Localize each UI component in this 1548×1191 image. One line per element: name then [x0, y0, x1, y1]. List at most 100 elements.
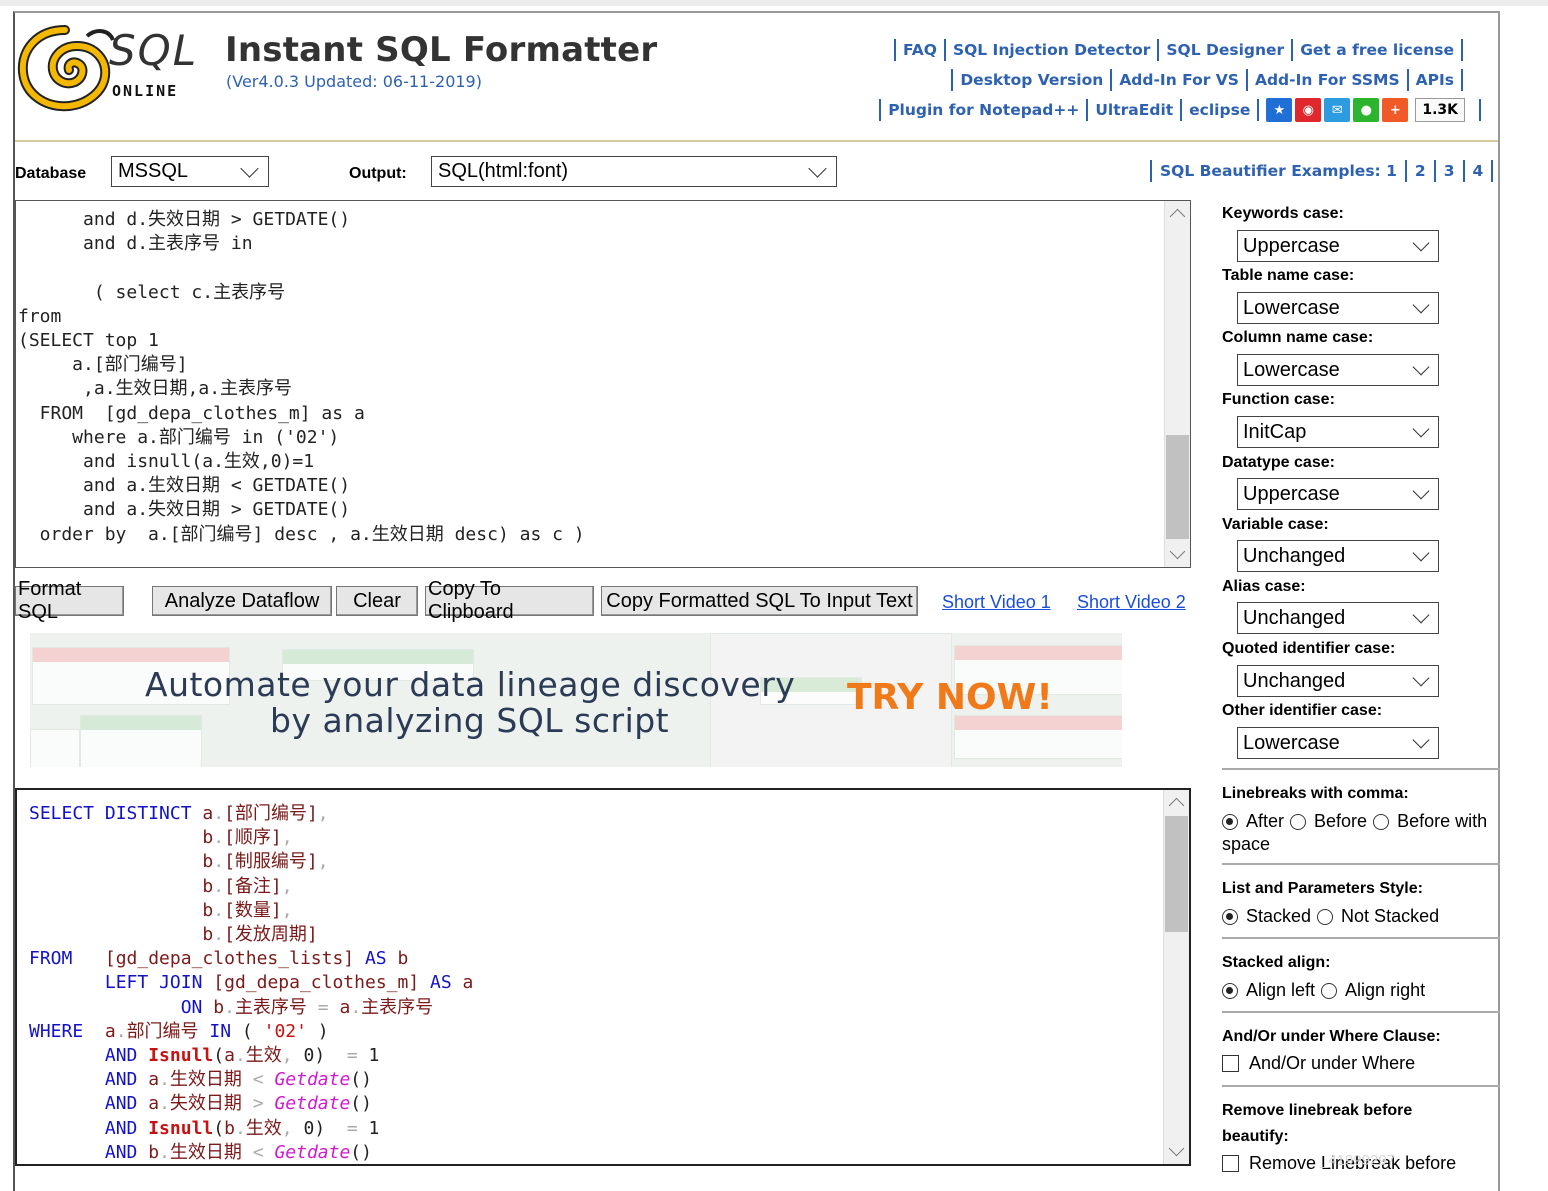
- copy-clipboard-button[interactable]: Copy To Clipboard: [425, 578, 594, 623]
- output-code-line: b.[发放周期]: [202, 924, 318, 946]
- table-case-select[interactable]: Lowercase: [1237, 292, 1439, 324]
- nav-injection-detector-link[interactable]: SQL Injection Detector: [953, 41, 1150, 59]
- analyze-dataflow-button[interactable]: Analyze Dataflow: [152, 586, 332, 616]
- page-title: Instant SQL Formatter: [225, 30, 658, 70]
- short-video-1-link[interactable]: Short Video 1: [942, 592, 1051, 613]
- input-scroll-thumb[interactable]: [1166, 435, 1189, 539]
- remove-linebreak-checkbox[interactable]: [1222, 1155, 1239, 1172]
- nav-sql-designer-link[interactable]: SQL Designer: [1166, 41, 1284, 59]
- nav-addin-ssms-link[interactable]: Add-In For SSMS: [1255, 71, 1400, 89]
- nav-apis-link[interactable]: APIs: [1416, 71, 1454, 89]
- input-code-line: and d.主表序号 in: [18, 233, 253, 255]
- sql-output-editor[interactable]: SELECT DISTINCT a.[部门编号], b.[顺序], b.[制服编…: [15, 788, 1191, 1166]
- input-code-line: ,a.生效日期,a.主表序号: [18, 378, 293, 400]
- nav-free-license-link[interactable]: Get a free license: [1300, 41, 1454, 59]
- radio-stacked[interactable]: [1222, 908, 1238, 925]
- column-case-select[interactable]: Lowercase: [1237, 354, 1439, 386]
- weibo-icon[interactable]: ◉: [1295, 98, 1322, 122]
- alias-case-select[interactable]: Unchanged: [1237, 602, 1439, 634]
- output-scroll-thumb[interactable]: [1165, 816, 1188, 932]
- input-code-line: from: [18, 305, 62, 327]
- nav-notepad-plugin-link[interactable]: Plugin for Notepad++: [888, 101, 1079, 119]
- output-code-line: AND Isnull(a.生效, 0) = 1: [104, 1045, 380, 1067]
- try-now-button[interactable]: TRY NOW!: [847, 677, 1053, 718]
- variable-case-label: Variable case:: [1222, 516, 1329, 533]
- function-case-select[interactable]: InitCap: [1237, 416, 1439, 448]
- input-code-line: and isnull(a.生效,0)=1: [18, 451, 315, 473]
- output-scrollbar[interactable]: [1163, 790, 1189, 1164]
- table-case-label: Table name case:: [1222, 267, 1355, 284]
- keywords-case-label: Keywords case:: [1222, 205, 1344, 222]
- keywords-case-value: Uppercase: [1243, 234, 1340, 257]
- format-sql-button[interactable]: Format SQL: [15, 578, 124, 623]
- output-code-line: b.[制服编号],: [202, 851, 329, 873]
- database-select[interactable]: MSSQL: [111, 156, 269, 187]
- chevron-down-icon: [240, 159, 259, 178]
- variable-case-value: Unchanged: [1243, 544, 1346, 567]
- linebreaks-options: After Before Before with: [1222, 811, 1487, 832]
- andor-label: And/Or under Where Clause:: [1222, 1028, 1441, 1045]
- example-1-link[interactable]: SQL Beautifier Examples: 1: [1160, 162, 1397, 180]
- datatype-case-select[interactable]: Uppercase: [1237, 478, 1439, 510]
- quoted-identifier-case-label: Quoted identifier case:: [1222, 640, 1396, 657]
- input-scrollbar[interactable]: [1164, 201, 1190, 567]
- copy-formatted-button[interactable]: Copy Formatted SQL To Input Text: [601, 586, 918, 616]
- radio-align-right[interactable]: [1321, 982, 1338, 999]
- list-style-label: List and Parameters Style:: [1222, 880, 1423, 897]
- column-case-label: Column name case:: [1222, 329, 1374, 346]
- scroll-down-icon[interactable]: [1169, 543, 1186, 560]
- radio-after-label: After: [1246, 811, 1285, 831]
- nav-eclipse-link[interactable]: eclipse: [1189, 101, 1250, 119]
- list-style-options: Stacked Not Stacked: [1222, 906, 1439, 927]
- column-case-value: Lowercase: [1243, 358, 1340, 381]
- wechat-icon[interactable]: ●: [1353, 98, 1380, 122]
- table-case-value: Lowercase: [1243, 296, 1340, 319]
- radio-after[interactable]: [1222, 813, 1238, 830]
- radio-not-stacked[interactable]: [1317, 908, 1334, 925]
- other-identifier-case-select[interactable]: Lowercase: [1237, 727, 1439, 759]
- input-code-line: and a.失效日期 > GETDATE(): [18, 499, 351, 521]
- nav-faq-link[interactable]: FAQ: [903, 41, 937, 59]
- nav-addin-vs-link[interactable]: Add-In For VS: [1119, 71, 1239, 89]
- scroll-up-icon[interactable]: [1169, 208, 1186, 225]
- quoted-identifier-case-select[interactable]: Unchanged: [1237, 665, 1439, 697]
- output-select[interactable]: SQL(html:font): [431, 156, 837, 187]
- tencent-icon[interactable]: ✉: [1324, 98, 1351, 122]
- andor-checkbox[interactable]: [1222, 1055, 1239, 1072]
- example-3-link[interactable]: 3: [1444, 162, 1455, 180]
- radio-not-stacked-label: Not Stacked: [1341, 906, 1440, 926]
- share-plus-icon[interactable]: +: [1382, 98, 1409, 122]
- alias-case-value: Unchanged: [1243, 606, 1346, 629]
- input-code-line: order by a.[部门编号] desc , a.生效日期 desc) as…: [18, 523, 585, 545]
- radio-stacked-label: Stacked: [1246, 906, 1312, 926]
- radio-before-space[interactable]: [1373, 813, 1390, 830]
- favorite-star-icon[interactable]: ★: [1266, 98, 1293, 122]
- keywords-case-select[interactable]: Uppercase: [1237, 230, 1439, 262]
- share-buttons: ★ ◉ ✉ ● + 1.3K: [1266, 98, 1465, 122]
- input-code-line: where a.部门编号 in ('02'): [18, 426, 340, 448]
- remove-linebreak-label-1: Remove linebreak before: [1222, 1102, 1413, 1119]
- site-logo[interactable]: SQL ONLINE: [17, 22, 207, 114]
- variable-case-select[interactable]: Unchanged: [1237, 540, 1439, 572]
- nav-desktop-version-link[interactable]: Desktop Version: [960, 71, 1103, 89]
- nav-ultraedit-link[interactable]: UltraEdit: [1095, 101, 1173, 119]
- scroll-up-icon[interactable]: [1168, 797, 1185, 814]
- input-code-line: [18, 256, 585, 280]
- datatype-case-value: Uppercase: [1243, 482, 1340, 505]
- chevron-down-icon: [1412, 544, 1430, 562]
- scroll-down-icon[interactable]: [1168, 1140, 1185, 1157]
- sql-input-editor[interactable]: and d.失效日期 > GETDATE() and d.主表序号 in ( s…: [15, 200, 1191, 568]
- lineage-banner[interactable]: Automate your data lineage discovery by …: [30, 633, 1122, 767]
- example-4-link[interactable]: 4: [1473, 162, 1484, 180]
- radio-before[interactable]: [1290, 813, 1307, 830]
- radio-before-space-label-cont: space: [1222, 834, 1271, 854]
- clear-button[interactable]: Clear: [336, 586, 418, 616]
- radio-align-left[interactable]: [1222, 982, 1238, 999]
- input-code-line: and d.失效日期 > GETDATE(): [18, 209, 351, 230]
- example-2-link[interactable]: 2: [1415, 162, 1426, 180]
- short-video-2-link[interactable]: Short Video 2: [1077, 592, 1186, 613]
- beautifier-examples: SQL Beautifier Examples: 1 2 3 4: [1142, 160, 1501, 182]
- chevron-down-icon: [808, 159, 827, 178]
- output-select-value: SQL(html:font): [438, 160, 569, 182]
- version-text: (Ver4.0.3 Updated: 06-11-2019): [226, 72, 482, 91]
